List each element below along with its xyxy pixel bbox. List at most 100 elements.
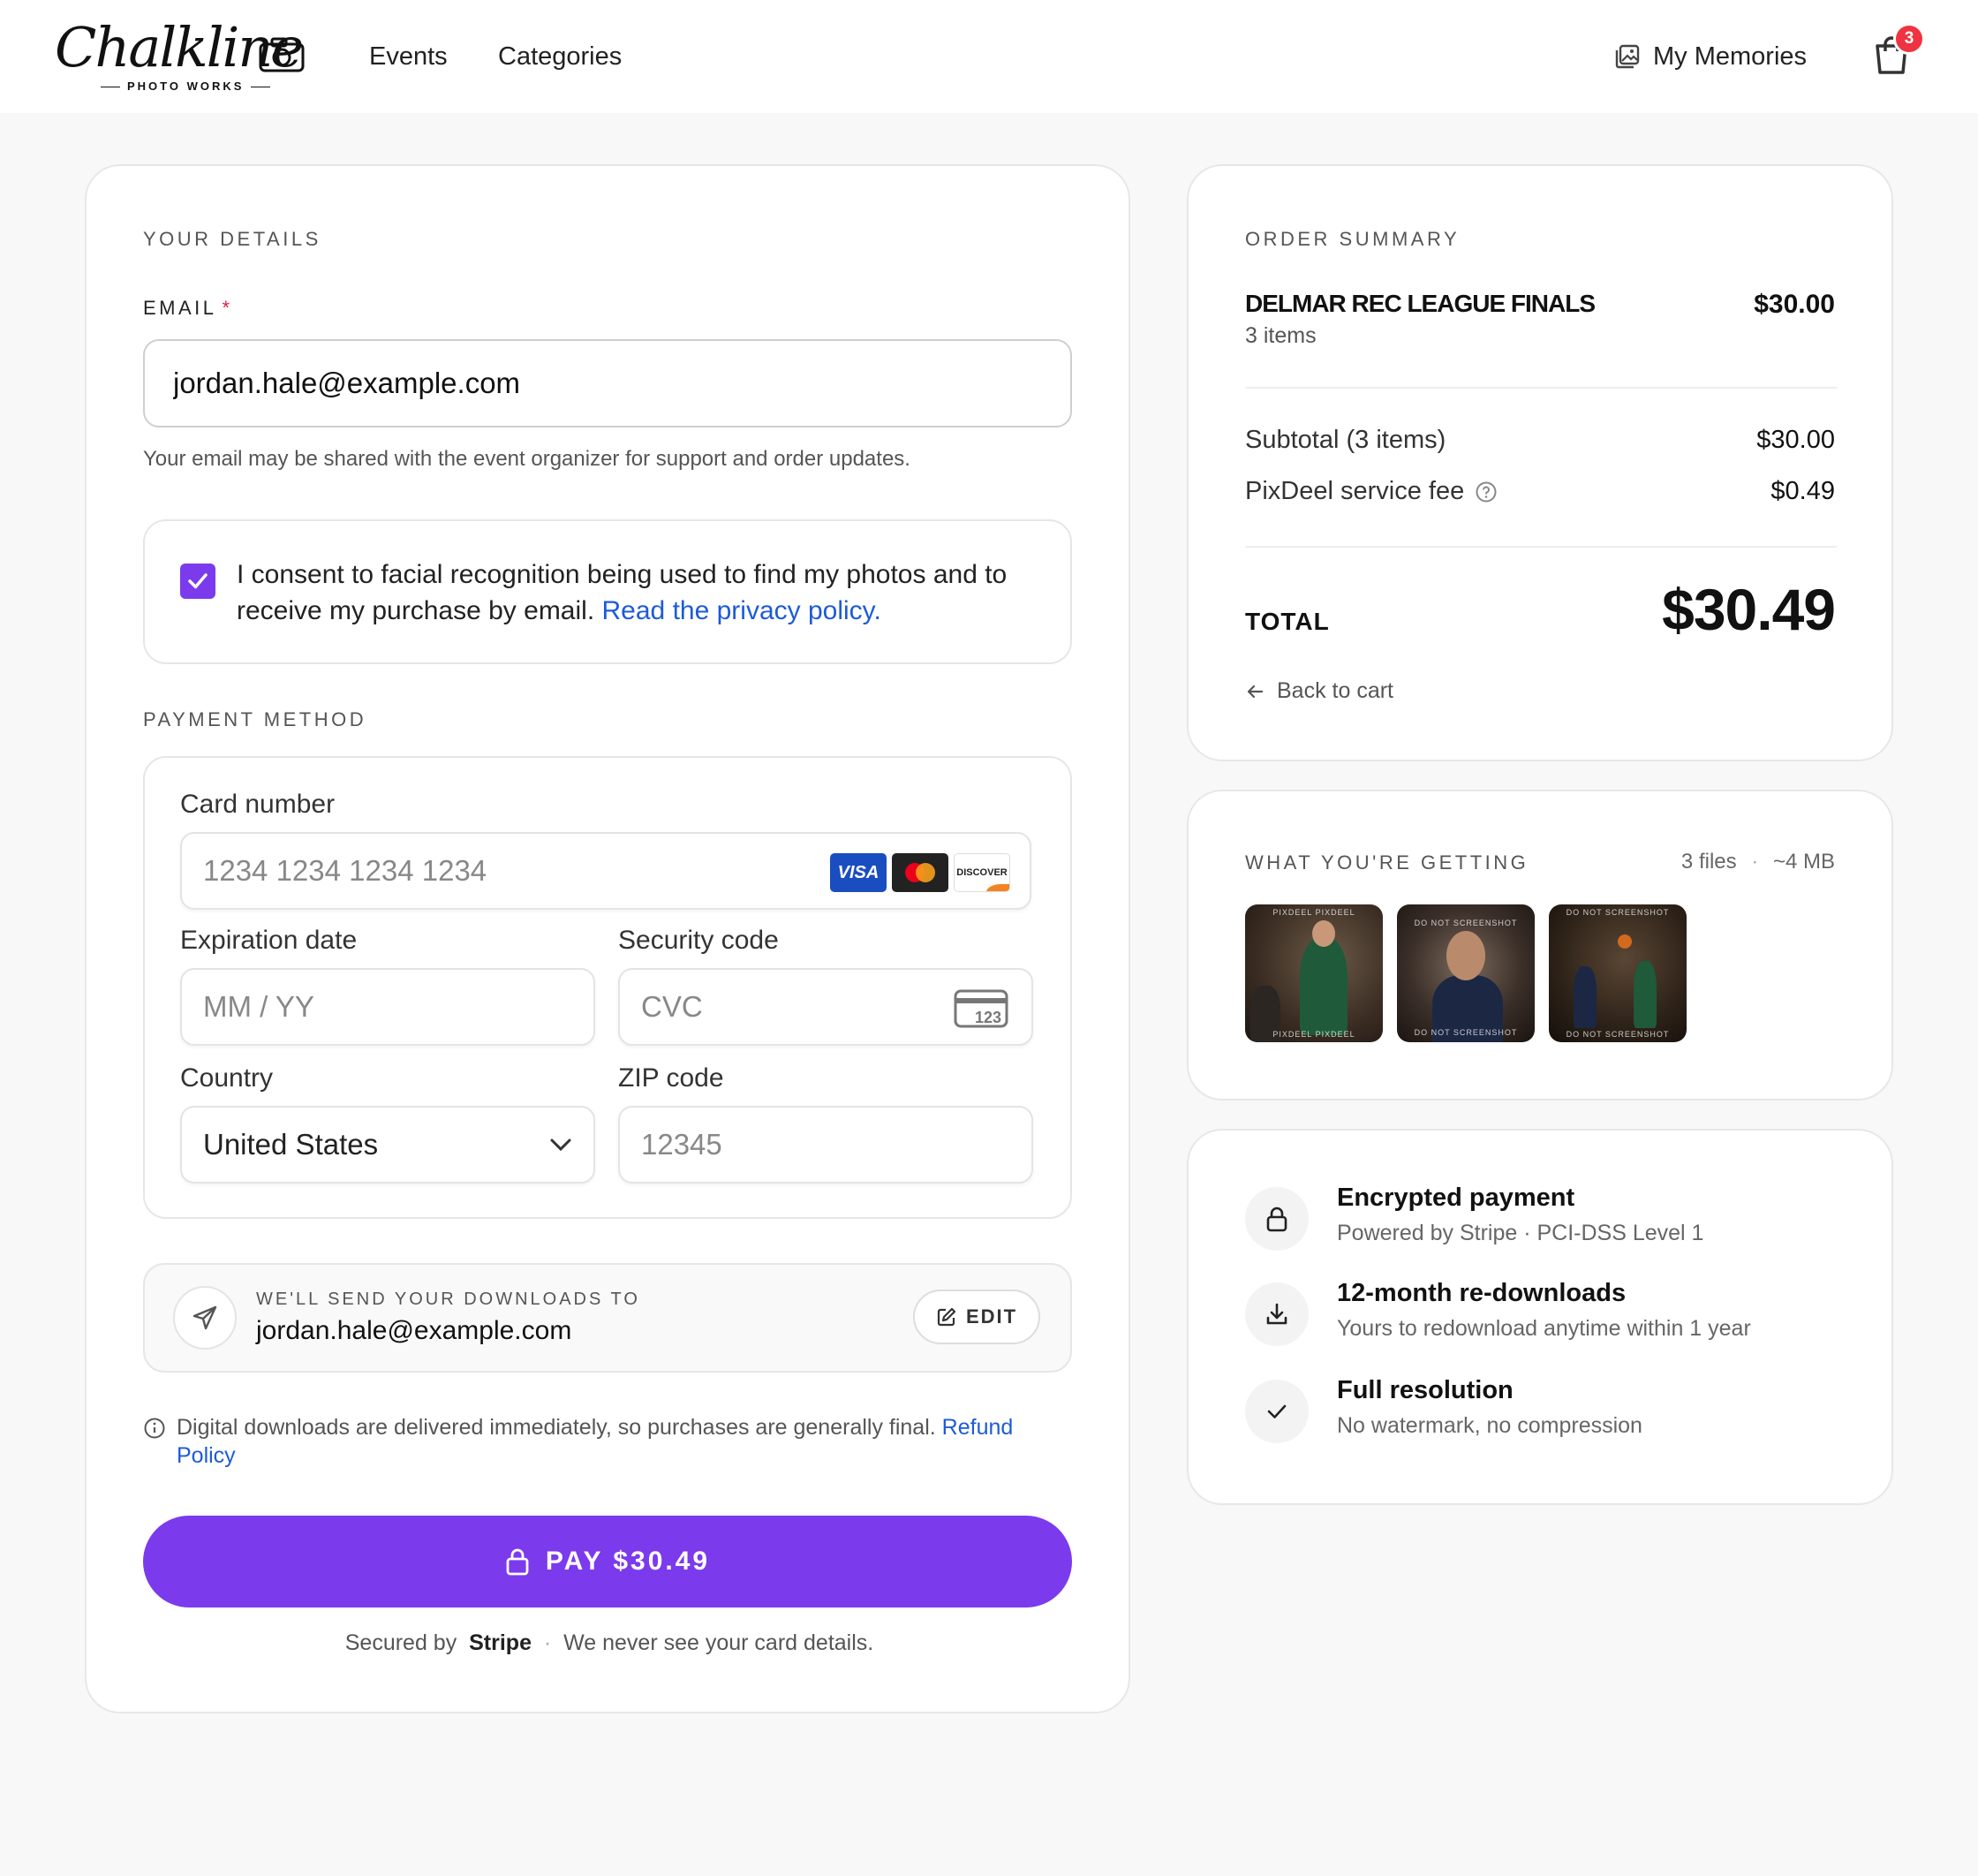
discover-label: DISCOVER [956,867,1008,878]
file-count: 3 files [1680,850,1737,874]
email-help-text: Your email may be shared with the event … [143,447,910,471]
email-label-text: EMAIL [143,297,217,319]
cvc-label: Security code [618,926,779,955]
gallery-icon [1615,44,1640,69]
event-item-count: 3 items [1245,323,1317,348]
cvc-input[interactable]: CVC 123 [618,968,1033,1046]
order-summary-card: ORDER SUMMARY DELMAR REC LEAGUE FINALS $… [1187,164,1893,761]
summary-divider [1245,546,1837,548]
lock-icon [1245,1187,1309,1251]
service-fee-value: $0.49 [1770,477,1835,505]
photo-thumbnail[interactable]: PIXDEEL PIXDEEL PIXDEEL PIXDEEL [1245,904,1383,1042]
player-head [1446,931,1485,980]
nav-events-link[interactable]: Events [369,39,448,74]
expiry-label: Expiration date [180,926,358,955]
files-meta: 3 files · ~4 MB [1681,850,1835,874]
email-input[interactable] [143,339,1072,427]
watermark-text: DO NOT SCREENSHOT [1566,908,1670,917]
cvc-icon-text: 123 [975,1009,1001,1026]
country-select[interactable]: United States [180,1106,595,1184]
checkmark-icon [188,573,208,589]
payment-method-heading: PAYMENT METHOD [143,708,367,730]
photo-thumbnail[interactable]: DO NOT SCREENSHOT DO NOT SCREENSHOT [1549,904,1687,1042]
watermark-text: PIXDEEL PIXDEEL [1272,908,1355,917]
my-memories-link[interactable]: My Memories [1614,39,1807,74]
edit-email-button[interactable]: EDIT [913,1290,1040,1344]
photo-thumbnails: PIXDEEL PIXDEEL PIXDEEL PIXDEEL DO NOT S… [1245,904,1687,1042]
trust-features-card: Encrypted payment Powered by Stripe · PC… [1187,1129,1893,1505]
edit-icon [937,1307,956,1327]
consent-checkbox[interactable] [180,564,215,599]
country-value: United States [203,1128,379,1161]
your-details-heading: YOUR DETAILS [143,228,321,250]
lock-icon [506,1548,529,1576]
zip-placeholder: 12345 [641,1128,722,1161]
arrow-left-icon [1247,685,1264,698]
cvc-placeholder: CVC [641,990,703,1023]
what-youre-getting-card: WHAT YOU'RE GETTING 3 files · ~4 MB PIXD… [1187,790,1893,1101]
meta-separator: · [1751,850,1759,874]
trust-subtitle: No watermark, no compression [1337,1413,1642,1438]
camera-icon [259,37,305,72]
service-fee-label: PixDeel service fee [1245,477,1498,506]
event-price: $30.00 [1754,290,1835,319]
secured-separator: · [543,1630,552,1655]
expiry-input[interactable]: MM / YY [180,968,595,1046]
player-head [1312,920,1335,947]
check-icon [1245,1380,1309,1443]
privacy-policy-link[interactable]: Read the privacy policy. [602,596,881,625]
secured-prefix: Secured by [344,1630,457,1655]
subtotal-value: $30.00 [1756,426,1835,454]
cart-count-badge: 3 [1893,23,1925,55]
trust-item-redownloads: 12-month re-downloads Yours to redownloa… [1245,1279,1846,1353]
card-number-input[interactable]: 1234 1234 1234 1234 VISA DISCOVER [180,832,1031,910]
card-number-label: Card number [180,790,336,819]
consent-box: I consent to facial recognition being us… [143,519,1072,664]
stripe-brand: Stripe [469,1630,532,1655]
discover-icon: DISCOVER [954,853,1010,892]
required-mark: * [222,297,233,319]
total-value: $30.49 [1662,577,1836,642]
top-navbar: Chalkline PHOTO WORKS Events Categories … [0,0,1978,113]
trust-subtitle: Yours to redownload anytime within 1 yea… [1337,1316,1751,1341]
refund-notice: Digital downloads are delivered immediat… [143,1413,1072,1470]
checkout-form-card: YOUR DETAILS EMAIL* Your email may be sh… [85,164,1130,1713]
expiry-placeholder: MM / YY [203,990,314,1023]
photo-thumbnail[interactable]: DO NOT SCREENSHOT DO NOT SCREENSHOT [1397,904,1535,1042]
watermark-text: DO NOT SCREENSHOT [1414,919,1518,927]
basketball [1618,934,1632,949]
mastercard-icon [892,853,948,892]
pay-button-label: PAY $30.49 [545,1547,711,1576]
help-icon[interactable] [1475,480,1498,503]
total-label: TOTAL [1245,608,1330,635]
logo-subtitle: PHOTO WORKS [94,79,277,93]
service-fee-label-text: PixDeel service fee [1245,477,1465,505]
secured-by-stripe: Secured by Stripe · We never see your ca… [87,1630,1132,1656]
download-destination-box: WE'LL SEND YOUR DOWNLOADS TO jordan.hale… [143,1263,1072,1373]
back-to-cart-link[interactable]: Back to cart [1245,678,1393,704]
visa-icon: VISA [830,853,887,892]
secured-suffix: We never see your card details. [563,1630,874,1655]
watermark-text: PIXDEEL PIXDEEL [1272,1030,1355,1039]
watermark-text: DO NOT SCREENSHOT [1414,1028,1518,1037]
trust-item-encrypted: Encrypted payment Powered by Stripe · PC… [1245,1184,1846,1258]
summary-divider [1245,387,1837,389]
player-figure [1634,961,1657,1028]
chalkline-logo[interactable]: Chalkline PHOTO WORKS [55,16,311,97]
refund-text: Digital downloads are delivered immediat… [177,1415,936,1440]
what-youre-getting-heading: WHAT YOU'RE GETTING [1245,851,1529,874]
info-icon [144,1418,165,1439]
subtotal-label-text: Subtotal (3 items) [1245,426,1446,454]
edit-label: EDIT [965,1305,1018,1328]
country-label: Country [180,1063,274,1093]
stripe-payment-element: Card number 1234 1234 1234 1234 VISA DIS… [143,756,1072,1219]
card-brands: VISA DISCOVER [830,853,1010,892]
watermark-text: DO NOT SCREENSHOT [1566,1030,1670,1039]
zip-label: ZIP code [618,1063,724,1093]
nav-categories-link[interactable]: Categories [498,39,622,74]
player-figure [1300,938,1348,1035]
pay-button[interactable]: PAY $30.49 [143,1516,1072,1607]
download-icon [1245,1282,1309,1346]
zip-input[interactable]: 12345 [618,1106,1033,1184]
trust-title: 12-month re-downloads [1337,1279,1627,1307]
